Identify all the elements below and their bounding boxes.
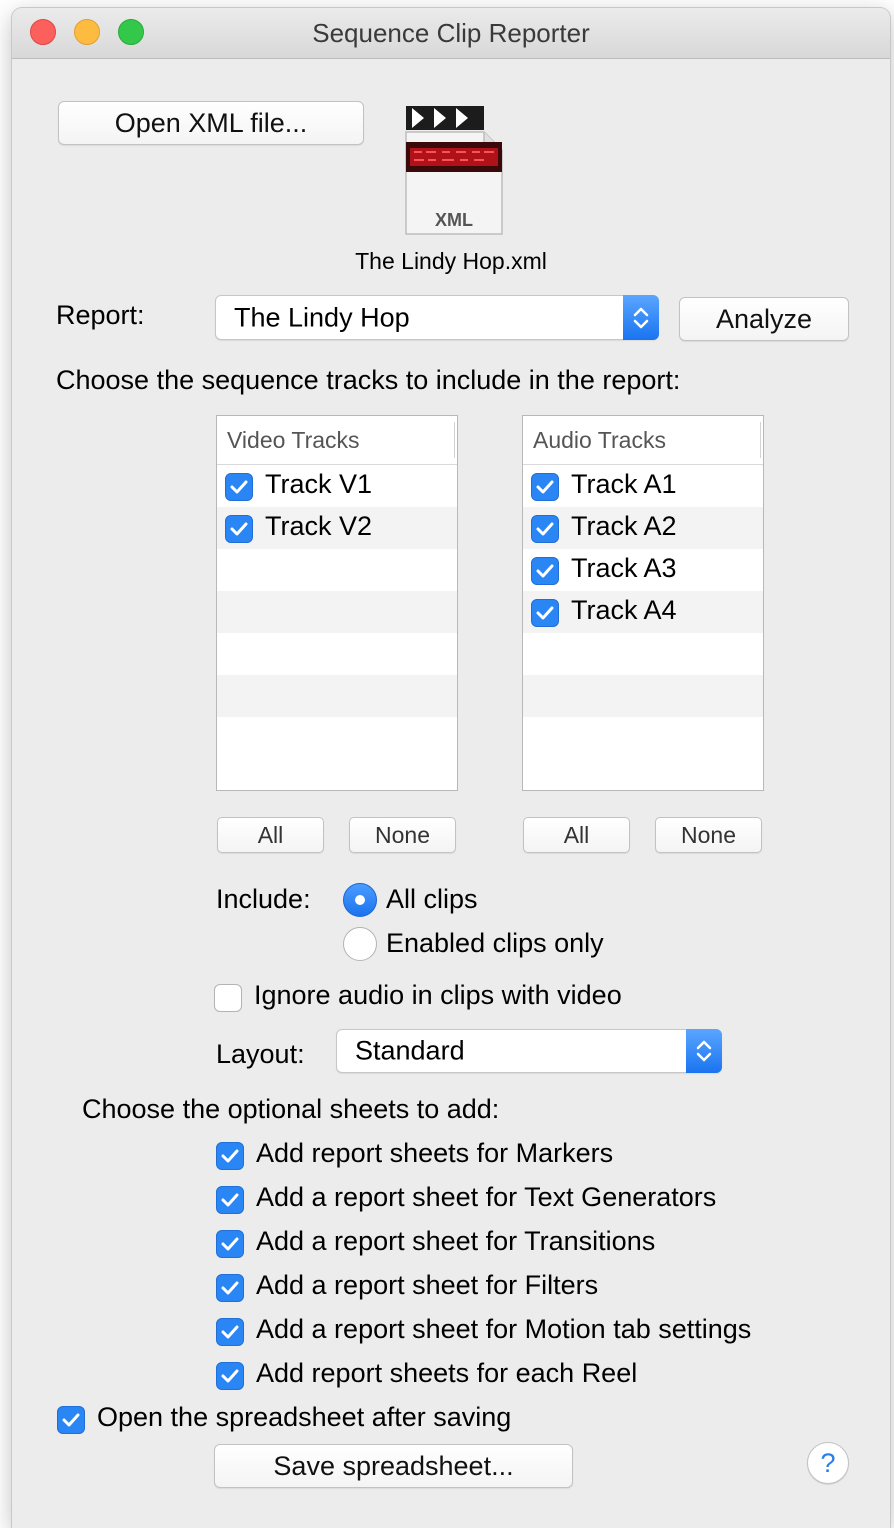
empty-row bbox=[523, 633, 763, 675]
track-v1-checkbox[interactable] bbox=[225, 473, 253, 501]
track-label: Track V2 bbox=[265, 511, 373, 541]
all-clips-label[interactable]: All clips bbox=[386, 884, 478, 915]
empty-row bbox=[217, 675, 457, 717]
xml-icon-label: XML bbox=[435, 210, 473, 230]
video-tracks-header: Video Tracks bbox=[217, 416, 457, 465]
track-a2-checkbox[interactable] bbox=[531, 515, 559, 543]
sheet-option-text-generators[interactable]: Add a report sheet for Text Generators bbox=[216, 1182, 856, 1218]
report-select[interactable]: The Lindy Hop bbox=[215, 295, 659, 340]
video-all-button[interactable]: All bbox=[217, 817, 324, 853]
empty-row bbox=[523, 717, 763, 759]
track-a1-checkbox[interactable] bbox=[531, 473, 559, 501]
all-clips-radio[interactable] bbox=[343, 883, 377, 917]
list-item[interactable]: Track V1 bbox=[217, 465, 457, 507]
sheet-option-label: Add report sheets for each Reel bbox=[256, 1358, 638, 1388]
sheet-option-motion[interactable]: Add a report sheet for Motion tab settin… bbox=[216, 1314, 856, 1350]
layout-select[interactable]: Standard bbox=[336, 1029, 722, 1073]
list-item[interactable]: Track A1 bbox=[523, 465, 763, 507]
track-a3-checkbox[interactable] bbox=[531, 557, 559, 585]
tracks-instruction: Choose the sequence tracks to include in… bbox=[56, 365, 681, 395]
enabled-clips-label[interactable]: Enabled clips only bbox=[386, 928, 604, 959]
empty-row bbox=[217, 549, 457, 591]
empty-row bbox=[217, 591, 457, 633]
analyze-button[interactable]: Analyze bbox=[679, 297, 849, 341]
open-after-saving-label: Open the spreadsheet after saving bbox=[97, 1402, 512, 1432]
ignore-audio-checkbox[interactable] bbox=[214, 984, 242, 1012]
track-label: Track A2 bbox=[571, 511, 677, 541]
list-item[interactable]: Track A4 bbox=[523, 591, 763, 633]
popup-stepper-icon bbox=[623, 295, 659, 340]
sheet-transitions-checkbox[interactable] bbox=[216, 1230, 244, 1258]
video-tracks-list[interactable]: Video Tracks Track V1 Track V2 bbox=[216, 415, 458, 791]
video-none-button[interactable]: None bbox=[349, 817, 456, 853]
track-label: Track A1 bbox=[571, 469, 677, 499]
audio-tracks-rows: Track A1 Track A2 Track A3 Track A4 bbox=[523, 465, 763, 759]
track-a4-checkbox[interactable] bbox=[531, 599, 559, 627]
report-select-value: The Lindy Hop bbox=[234, 302, 410, 332]
app-window: Sequence Clip Reporter Open XML file... … bbox=[12, 8, 890, 1528]
empty-row bbox=[217, 717, 457, 759]
audio-all-button[interactable]: All bbox=[523, 817, 630, 853]
audio-tracks-list[interactable]: Audio Tracks Track A1 Track A2 Track A3 … bbox=[522, 415, 764, 791]
include-label: Include: bbox=[216, 884, 311, 914]
sheet-option-filters[interactable]: Add a report sheet for Filters bbox=[216, 1270, 856, 1306]
save-spreadsheet-button[interactable]: Save spreadsheet... bbox=[214, 1444, 573, 1488]
empty-row bbox=[217, 633, 457, 675]
sheet-markers-checkbox[interactable] bbox=[216, 1142, 244, 1170]
track-label: Track A3 bbox=[571, 553, 677, 583]
sheets-instruction: Choose the optional sheets to add: bbox=[82, 1094, 500, 1124]
enabled-clips-radio[interactable] bbox=[343, 927, 377, 961]
layout-select-value: Standard bbox=[355, 1035, 465, 1066]
sheet-option-label: Add a report sheet for Transitions bbox=[256, 1226, 656, 1256]
list-item[interactable]: Track A2 bbox=[523, 507, 763, 549]
ignore-audio-option[interactable]: Ignore audio in clips with video bbox=[214, 980, 714, 1016]
help-icon[interactable]: ? bbox=[807, 1442, 849, 1484]
sheet-option-label: Add a report sheet for Filters bbox=[256, 1270, 599, 1300]
sheet-text-generators-checkbox[interactable] bbox=[216, 1186, 244, 1214]
ignore-audio-label: Ignore audio in clips with video bbox=[254, 980, 622, 1010]
audio-tracks-header: Audio Tracks bbox=[523, 416, 763, 465]
sheet-option-reel[interactable]: Add report sheets for each Reel bbox=[216, 1358, 856, 1394]
sheet-option-transitions[interactable]: Add a report sheet for Transitions bbox=[216, 1226, 856, 1262]
open-after-saving-checkbox[interactable] bbox=[57, 1406, 85, 1434]
video-tracks-rows: Track V1 Track V2 bbox=[217, 465, 457, 759]
list-item[interactable]: Track V2 bbox=[217, 507, 457, 549]
track-v2-checkbox[interactable] bbox=[225, 515, 253, 543]
sheet-option-label: Add a report sheet for Motion tab settin… bbox=[256, 1314, 752, 1344]
track-label: Track A4 bbox=[571, 595, 677, 625]
popup-stepper-icon bbox=[686, 1029, 722, 1073]
sheet-option-label: Add report sheets for Markers bbox=[256, 1138, 614, 1168]
sheet-motion-checkbox[interactable] bbox=[216, 1318, 244, 1346]
sheet-reel-checkbox[interactable] bbox=[216, 1362, 244, 1390]
window-title: Sequence Clip Reporter bbox=[312, 18, 590, 48]
sheet-option-label: Add a report sheet for Text Generators bbox=[256, 1182, 717, 1212]
sheet-filters-checkbox[interactable] bbox=[216, 1274, 244, 1302]
report-label: Report: bbox=[56, 300, 145, 330]
title-bar: Sequence Clip Reporter bbox=[12, 8, 890, 59]
file-name-label: The Lindy Hop.xml bbox=[355, 248, 547, 274]
sheet-option-markers[interactable]: Add report sheets for Markers bbox=[216, 1138, 856, 1174]
xml-file-icon: XML bbox=[402, 102, 506, 238]
layout-label: Layout: bbox=[216, 1039, 305, 1069]
audio-none-button[interactable]: None bbox=[655, 817, 762, 853]
track-label: Track V1 bbox=[265, 469, 373, 499]
open-after-saving-option[interactable]: Open the spreadsheet after saving bbox=[57, 1402, 697, 1438]
open-xml-button[interactable]: Open XML file... bbox=[58, 101, 364, 145]
list-item[interactable]: Track A3 bbox=[523, 549, 763, 591]
empty-row bbox=[523, 675, 763, 717]
